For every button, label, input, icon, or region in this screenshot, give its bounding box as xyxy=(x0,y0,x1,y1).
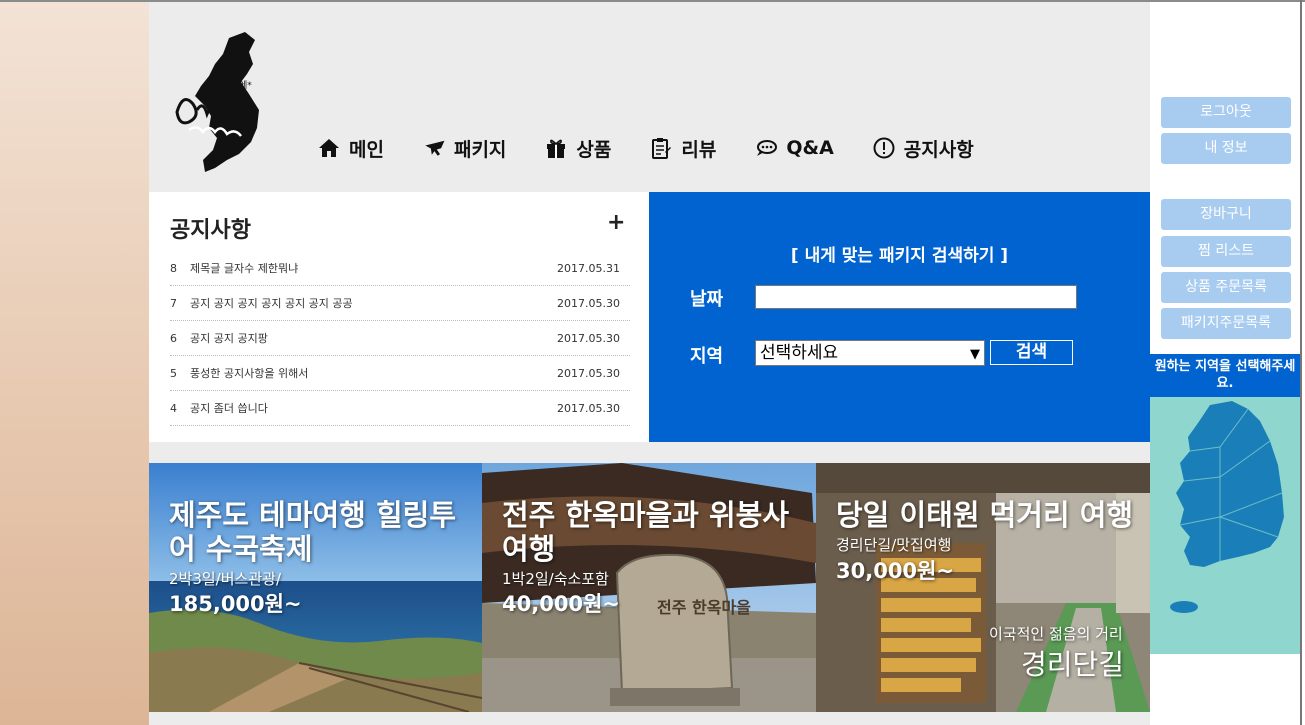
chat-icon xyxy=(757,140,778,156)
tour-card-jeonju[interactable]: 전주 한옥마을 전주 한옥마을과 위봉사 여행 1박2일/숙소포함 40,000… xyxy=(482,463,816,712)
nav-package-label: 패키지 xyxy=(453,138,507,161)
notice-date: 2017.05.30 xyxy=(557,296,620,310)
my-info-button[interactable]: 내 정보 xyxy=(1161,133,1291,164)
left-background xyxy=(0,0,149,725)
notice-panel: 공지사항 + 8 제목글 글자수 제한뭐냐 2017.05.31 7 공지 공지… xyxy=(149,192,649,442)
clipboard-icon xyxy=(652,138,672,159)
date-label: 날짜 xyxy=(690,289,724,310)
tour-card-itaewon[interactable]: 당일 이태원 먹거리 여행 경리단길/맛집여행 30,000원~ 이국적인 젊음… xyxy=(816,463,1150,712)
nav-home[interactable]: 메인 xyxy=(317,135,384,162)
card-price: 40,000원~ xyxy=(502,592,620,616)
notice-subject[interactable]: 제목글 글자수 제한뭐냐 xyxy=(190,260,550,276)
region-map-panel: 원하는 지역을 선택해주세요. xyxy=(1150,354,1300,654)
notice-num: 5 xyxy=(170,366,177,380)
main-nav: 메인 패키지 상품 리뷰 Q&A 공지사항 xyxy=(317,130,1012,166)
notice-date: 2017.05.30 xyxy=(557,401,620,415)
tour-cards: 제주도 테마여행 힐링투어 수국축제 2박3일/버스관광/ 185,000원~ … xyxy=(149,463,1150,712)
search-button[interactable]: 검색 xyxy=(990,340,1073,365)
stone-text: 전주 한옥마을 xyxy=(657,598,751,617)
notice-list: 8 제목글 글자수 제한뭐냐 2017.05.31 7 공지 공지 공지 공지 … xyxy=(170,251,630,426)
map-title: 원하는 지역을 선택해주세요. xyxy=(1150,354,1300,397)
card-tagline: 이국적인 젊음의 거리 xyxy=(989,625,1123,643)
notice-subject[interactable]: 공지 공지 공지팡 xyxy=(190,330,550,346)
nav-notice[interactable]: 공지사항 xyxy=(872,135,974,162)
tour-card-jeju[interactable]: 제주도 테마여행 힐링투어 수국축제 2박3일/버스관광/ 185,000원~ xyxy=(149,463,482,712)
nav-package[interactable]: 패키지 xyxy=(422,135,506,162)
notice-num: 6 xyxy=(170,331,177,345)
nav-product-label: 상품 xyxy=(576,138,612,161)
korea-logo[interactable]: 에* xyxy=(167,30,272,175)
region-selected-value: 선택하세요 xyxy=(760,343,839,363)
alert-icon xyxy=(873,137,895,159)
nav-qna-label: Q&A xyxy=(786,137,834,159)
card-sub: 경리단길/맛집여행 xyxy=(836,536,952,554)
chevron-down-icon: ▼ xyxy=(970,347,980,362)
card-sub: 1박2일/숙소포함 xyxy=(502,570,609,588)
nav-product[interactable]: 상품 xyxy=(544,135,611,162)
airplane-icon xyxy=(425,140,445,156)
card-price: 185,000원~ xyxy=(169,592,302,616)
nav-notice-label: 공지사항 xyxy=(903,138,974,161)
cart-button[interactable]: 장바구니 xyxy=(1161,199,1291,230)
right-sidebar: 로그아웃 내 정보 장바구니 찜 리스트 상품 주문목록 패키지주문목록 원하는… xyxy=(1150,0,1300,725)
nav-qna[interactable]: Q&A xyxy=(754,136,834,160)
search-title: [ 내게 맞는 패키지 검색하기 ] xyxy=(790,246,1009,266)
notice-date: 2017.05.31 xyxy=(557,261,620,275)
product-orders-button[interactable]: 상품 주문목록 xyxy=(1161,272,1291,303)
card-sub: 2박3일/버스관광/ xyxy=(169,570,281,588)
notice-subject[interactable]: 공지 좀더 씁니다 xyxy=(190,400,550,416)
notice-row[interactable]: 4 공지 좀더 씁니다 2017.05.30 xyxy=(170,391,630,426)
notice-date: 2017.05.30 xyxy=(557,331,620,345)
card-place: 경리단길 xyxy=(1021,648,1125,681)
notice-num: 4 xyxy=(170,401,177,415)
region-select[interactable]: 선택하세요 ▼ xyxy=(755,340,985,366)
package-search-panel: [ 내게 맞는 패키지 검색하기 ] 날짜 지역 선택하세요 ▼ 검색 xyxy=(649,192,1150,442)
notice-row[interactable]: 8 제목글 글자수 제한뭐냐 2017.05.31 xyxy=(170,251,630,286)
region-label: 지역 xyxy=(690,346,724,367)
notice-num: 7 xyxy=(170,296,177,310)
nav-review-label: 리뷰 xyxy=(681,138,717,161)
notice-date: 2017.05.30 xyxy=(557,366,620,380)
home-icon xyxy=(319,139,339,157)
notice-more-button[interactable]: + xyxy=(607,210,625,235)
notice-subject[interactable]: 공지 공지 공지 공지 공지 공지 공공 xyxy=(190,295,550,311)
date-input[interactable] xyxy=(755,285,1077,309)
gift-icon xyxy=(547,139,566,158)
notice-row[interactable]: 5 풍성한 공지사항을 위해서 2017.05.30 xyxy=(170,356,630,391)
south-korea-map[interactable] xyxy=(1150,397,1300,654)
nav-home-label: 메인 xyxy=(349,138,384,161)
window-scrollbar-edge xyxy=(1300,0,1302,725)
card-title: 전주 한옥마을과 위봉사 여행 xyxy=(502,498,789,566)
notice-title: 공지사항 xyxy=(170,218,251,243)
svg-text:에*: 에* xyxy=(239,80,252,91)
notice-subject[interactable]: 풍성한 공지사항을 위해서 xyxy=(190,365,550,381)
logout-button[interactable]: 로그아웃 xyxy=(1161,97,1291,128)
notice-num: 8 xyxy=(170,261,177,275)
wishlist-button[interactable]: 찜 리스트 xyxy=(1161,236,1291,267)
card-price: 30,000원~ xyxy=(836,559,954,583)
window-top-border xyxy=(0,0,1305,2)
card-title: 당일 이태원 먹거리 여행 xyxy=(836,498,1134,532)
notice-row[interactable]: 6 공지 공지 공지팡 2017.05.30 xyxy=(170,321,630,356)
nav-review[interactable]: 리뷰 xyxy=(649,135,716,162)
notice-row[interactable]: 7 공지 공지 공지 공지 공지 공지 공공 2017.05.30 xyxy=(170,286,630,321)
main-content: 에* 메인 패키지 상품 리뷰 Q&A 공지사항 공지사항 + 8 제목글 글자… xyxy=(149,0,1150,725)
package-orders-button[interactable]: 패키지주문목록 xyxy=(1161,308,1291,339)
card-title: 제주도 테마여행 힐링투어 수국축제 xyxy=(169,498,456,566)
